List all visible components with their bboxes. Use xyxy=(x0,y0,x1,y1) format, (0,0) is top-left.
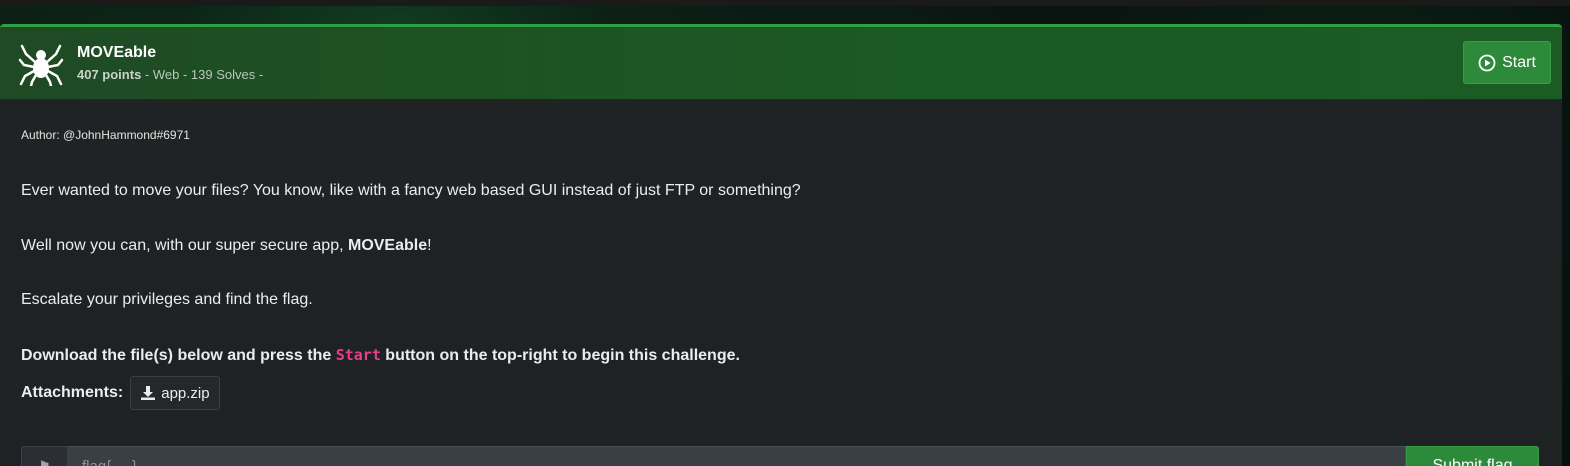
flag-icon: ⚑ xyxy=(21,446,68,466)
attachment-filename: app.zip xyxy=(161,384,210,402)
description-paragraph-3: Escalate your privileges and find the fl… xyxy=(21,291,313,308)
paragraph-2-text: Well now you can, with our super secure … xyxy=(21,237,348,254)
spider-icon xyxy=(18,44,64,86)
challenge-title-block: MOVEable 407 points - Web - 139 Solves - xyxy=(77,44,263,82)
play-circle-icon xyxy=(1478,54,1496,71)
description-paragraph-1: Ever wanted to move your files? You know… xyxy=(21,182,801,199)
challenge-category-solves: - Web - 139 Solves - xyxy=(141,67,264,82)
start-button-label: Start xyxy=(1502,53,1536,71)
author-line: Author: @JohnHammond#6971 xyxy=(21,128,190,142)
flag-input[interactable] xyxy=(68,446,1406,466)
challenge-card: MOVEable 407 points - Web - 139 Solves -… xyxy=(0,24,1562,466)
challenge-meta: 407 points - Web - 139 Solves - xyxy=(77,67,263,82)
instructions-text: Download the file(s) below and press the xyxy=(21,347,336,364)
paragraph-2-end: ! xyxy=(427,237,432,254)
flag-submit-form: ⚑ Submit flag xyxy=(21,446,1539,466)
challenge-points: 407 points xyxy=(77,67,142,82)
start-button[interactable]: Start xyxy=(1463,41,1551,84)
app-name-bold: MOVEable xyxy=(347,237,428,254)
attachment-download-button[interactable]: app.zip xyxy=(130,376,220,410)
attachments-label: Attachments: xyxy=(21,384,124,401)
challenge-title: MOVEable xyxy=(77,44,157,61)
start-code-snippet: Start xyxy=(335,346,381,364)
description-paragraph-2: Well now you can, with our super secure … xyxy=(21,237,432,255)
instructions-text-end: button on the top-right to begin this ch… xyxy=(380,347,740,364)
top-strip xyxy=(0,0,1570,6)
attachments-row: Attachments: app.zip xyxy=(21,376,220,410)
challenge-header: MOVEable 407 points - Web - 139 Solves -… xyxy=(0,27,1562,100)
submit-flag-button[interactable]: Submit flag xyxy=(1406,446,1539,466)
download-icon xyxy=(141,386,156,400)
download-instructions: Download the file(s) below and press the… xyxy=(21,346,740,365)
